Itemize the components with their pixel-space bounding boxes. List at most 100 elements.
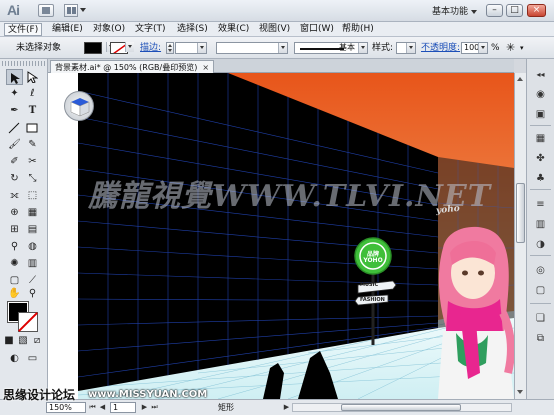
stroke-weight-stepper[interactable] bbox=[166, 42, 174, 54]
symbol-sprayer-tool-icon[interactable]: ✺ bbox=[6, 256, 23, 272]
paintbrush-tool-icon[interactable]: 🖌 bbox=[6, 137, 23, 153]
arrange-documents-icon[interactable] bbox=[64, 4, 90, 17]
sign-label-bottom: YOHO bbox=[363, 257, 383, 264]
opacity-field[interactable]: 100 bbox=[461, 42, 488, 54]
workspace-switcher[interactable]: 基本功能 bbox=[432, 4, 478, 17]
current-tool-label: 矩形 bbox=[218, 403, 234, 412]
swatches-panel-icon[interactable]: ▦ bbox=[531, 129, 550, 146]
type-tool-icon[interactable]: T bbox=[24, 103, 41, 119]
stroke-swatch[interactable] bbox=[18, 312, 38, 332]
variable-width-profile[interactable] bbox=[216, 42, 288, 54]
perspective-grid-tool-icon[interactable]: ▦ bbox=[24, 205, 41, 221]
graphic-style-dropdown[interactable] bbox=[396, 42, 416, 54]
selection-tool-icon[interactable] bbox=[6, 69, 23, 85]
vertical-scrollbar[interactable] bbox=[514, 73, 526, 399]
minimize-button[interactable]: – bbox=[486, 4, 503, 17]
hand-tool-icon[interactable]: ✋ bbox=[6, 286, 23, 302]
magic-wand-tool-icon[interactable]: ✦ bbox=[6, 86, 23, 102]
bridge-icon[interactable] bbox=[38, 4, 54, 17]
stroke-dropdown[interactable] bbox=[122, 42, 134, 54]
scale-tool-icon[interactable]: ⤡ bbox=[24, 171, 41, 187]
menu-type[interactable]: 文字(T) bbox=[132, 23, 169, 36]
artboard-canvas[interactable]: 騰龍視覺WWW.TLVI.NET 品牌 YOHO MUSIC FASHION y… bbox=[48, 73, 514, 399]
scroll-up-icon[interactable] bbox=[516, 75, 525, 84]
pencil-tool-icon[interactable]: ✎ bbox=[24, 137, 41, 153]
screen-mode-icon[interactable]: ▭ bbox=[24, 351, 41, 367]
close-button[interactable]: × bbox=[527, 4, 546, 17]
style-label: 样式: bbox=[372, 43, 394, 53]
gradient-tool-icon[interactable]: ▤ bbox=[24, 222, 41, 238]
line-tool-icon[interactable] bbox=[6, 120, 23, 136]
site-watermark: 思缘设计论坛 www.MISSYUAN.COM bbox=[0, 384, 207, 415]
color-panel-icon[interactable]: ◉ bbox=[531, 85, 550, 102]
collapse-panels-icon[interactable]: ◂◂ bbox=[531, 65, 550, 82]
eraser-tool-icon[interactable]: ✂ bbox=[24, 154, 41, 170]
brushes-panel-icon[interactable]: ✤ bbox=[531, 149, 550, 166]
scroll-down-icon[interactable] bbox=[516, 388, 525, 397]
rotate-tool-icon[interactable]: ↻ bbox=[6, 171, 23, 187]
color-mode-icon[interactable]: ■ bbox=[2, 335, 16, 347]
menu-object[interactable]: 对象(O) bbox=[90, 23, 128, 36]
perspective-grid-widget[interactable] bbox=[64, 91, 94, 121]
column-graph-tool-icon[interactable]: ▥ bbox=[24, 256, 41, 272]
anime-girl bbox=[438, 226, 514, 399]
eyedropper-tool-icon[interactable]: ⚲ bbox=[6, 239, 23, 255]
horizontal-scrollbar[interactable] bbox=[292, 403, 512, 412]
title-bar: Ai 基本功能 – □ × bbox=[0, 0, 554, 22]
maximize-button[interactable]: □ bbox=[506, 4, 523, 17]
gradient-mode-icon[interactable]: ▧ bbox=[16, 335, 30, 347]
stroke-weight-field[interactable] bbox=[175, 42, 207, 54]
transparency-panel-icon[interactable]: ◑ bbox=[531, 235, 550, 252]
document-setup-icon[interactable]: ✳ bbox=[506, 37, 515, 59]
free-transform-tool-icon[interactable]: ⬚ bbox=[24, 188, 41, 204]
tools-panel: ✦ ℓ ✒ T 🖌 ✎ ✐ ✂ ↻ ⤡ ⟗ ⬚ ⊕ ▦ ⊞ ▤ ⚲ ◍ ✺ ▥ … bbox=[0, 59, 48, 399]
menu-view[interactable]: 视图(V) bbox=[256, 23, 293, 36]
control-bar: 未选择对象 描边: 基本 样式: 不透明度: 100 % ✳ ▾ bbox=[0, 37, 554, 59]
panel-grip[interactable] bbox=[2, 61, 46, 66]
site-watermark-name: 思缘设计论坛 bbox=[3, 388, 76, 402]
direct-selection-tool-icon[interactable] bbox=[24, 69, 41, 85]
symbols-panel-icon[interactable]: ♣ bbox=[531, 169, 550, 186]
menu-effect[interactable]: 效果(C) bbox=[215, 23, 252, 36]
mesh-tool-icon[interactable]: ⊞ bbox=[6, 222, 23, 238]
pen-tool-icon[interactable]: ✒ bbox=[6, 103, 23, 119]
menu-edit[interactable]: 编辑(E) bbox=[49, 23, 86, 36]
blend-tool-icon[interactable]: ◍ bbox=[24, 239, 41, 255]
graphic-styles-panel-icon[interactable]: ▢ bbox=[531, 281, 550, 298]
opacity-value: 100 bbox=[464, 43, 480, 52]
opacity-unit: % bbox=[491, 43, 500, 53]
draw-normal-icon[interactable]: ◐ bbox=[6, 351, 23, 367]
menu-select[interactable]: 选择(S) bbox=[174, 23, 211, 36]
blob-brush-tool-icon[interactable]: ✐ bbox=[6, 154, 23, 170]
rectangle-tool-icon[interactable] bbox=[24, 120, 41, 136]
menu-window[interactable]: 窗口(W) bbox=[297, 23, 337, 36]
layers-panel-icon[interactable]: ❏ bbox=[531, 309, 550, 326]
illustrator-window: Ai 基本功能 – □ × 文件(F) 编辑(E) 对象(O) 文字(T) 选择… bbox=[0, 0, 554, 415]
chevron-down-icon bbox=[471, 9, 478, 14]
status-menu-icon[interactable]: ▶ bbox=[282, 403, 291, 412]
zoom-tool-icon[interactable]: ⚲ bbox=[24, 286, 41, 302]
document-tab[interactable]: 背景素材.ai* @ 150% (RGB/叠印预览) × bbox=[50, 60, 215, 73]
vertical-scroll-thumb[interactable] bbox=[516, 183, 525, 243]
menu-help[interactable]: 帮助(H) bbox=[339, 23, 377, 36]
gradient-panel-icon[interactable]: ▥ bbox=[531, 215, 550, 232]
stroke-label[interactable]: 描边: bbox=[140, 37, 161, 59]
none-mode-icon[interactable]: ⧄ bbox=[30, 335, 44, 347]
fill-color-swatch[interactable] bbox=[84, 42, 102, 54]
brush-definition[interactable]: 基本 bbox=[294, 42, 368, 54]
menu-bar: 文件(F) 编辑(E) 对象(O) 文字(T) 选择(S) 效果(C) 视图(V… bbox=[0, 22, 554, 37]
menu-file[interactable]: 文件(F) bbox=[4, 23, 43, 36]
artboards-panel-icon[interactable]: ⧉ bbox=[531, 329, 550, 346]
app-logo: Ai bbox=[7, 2, 20, 18]
stroke-panel-icon[interactable]: ≡ bbox=[531, 195, 550, 212]
shape-builder-tool-icon[interactable]: ⊕ bbox=[6, 205, 23, 221]
arrow-sign-2-label: FASHION bbox=[360, 297, 385, 303]
opacity-label[interactable]: 不透明度: bbox=[421, 37, 460, 59]
color-guide-icon[interactable]: ▣ bbox=[531, 105, 550, 122]
horizontal-scroll-thumb[interactable] bbox=[341, 404, 461, 411]
control-menu-icon[interactable]: ▾ bbox=[520, 37, 524, 59]
selection-status: 未选择对象 bbox=[16, 43, 62, 53]
lasso-tool-icon[interactable]: ℓ bbox=[24, 86, 41, 102]
appearance-panel-icon[interactable]: ◎ bbox=[531, 261, 550, 278]
width-tool-icon[interactable]: ⟗ bbox=[6, 188, 23, 204]
